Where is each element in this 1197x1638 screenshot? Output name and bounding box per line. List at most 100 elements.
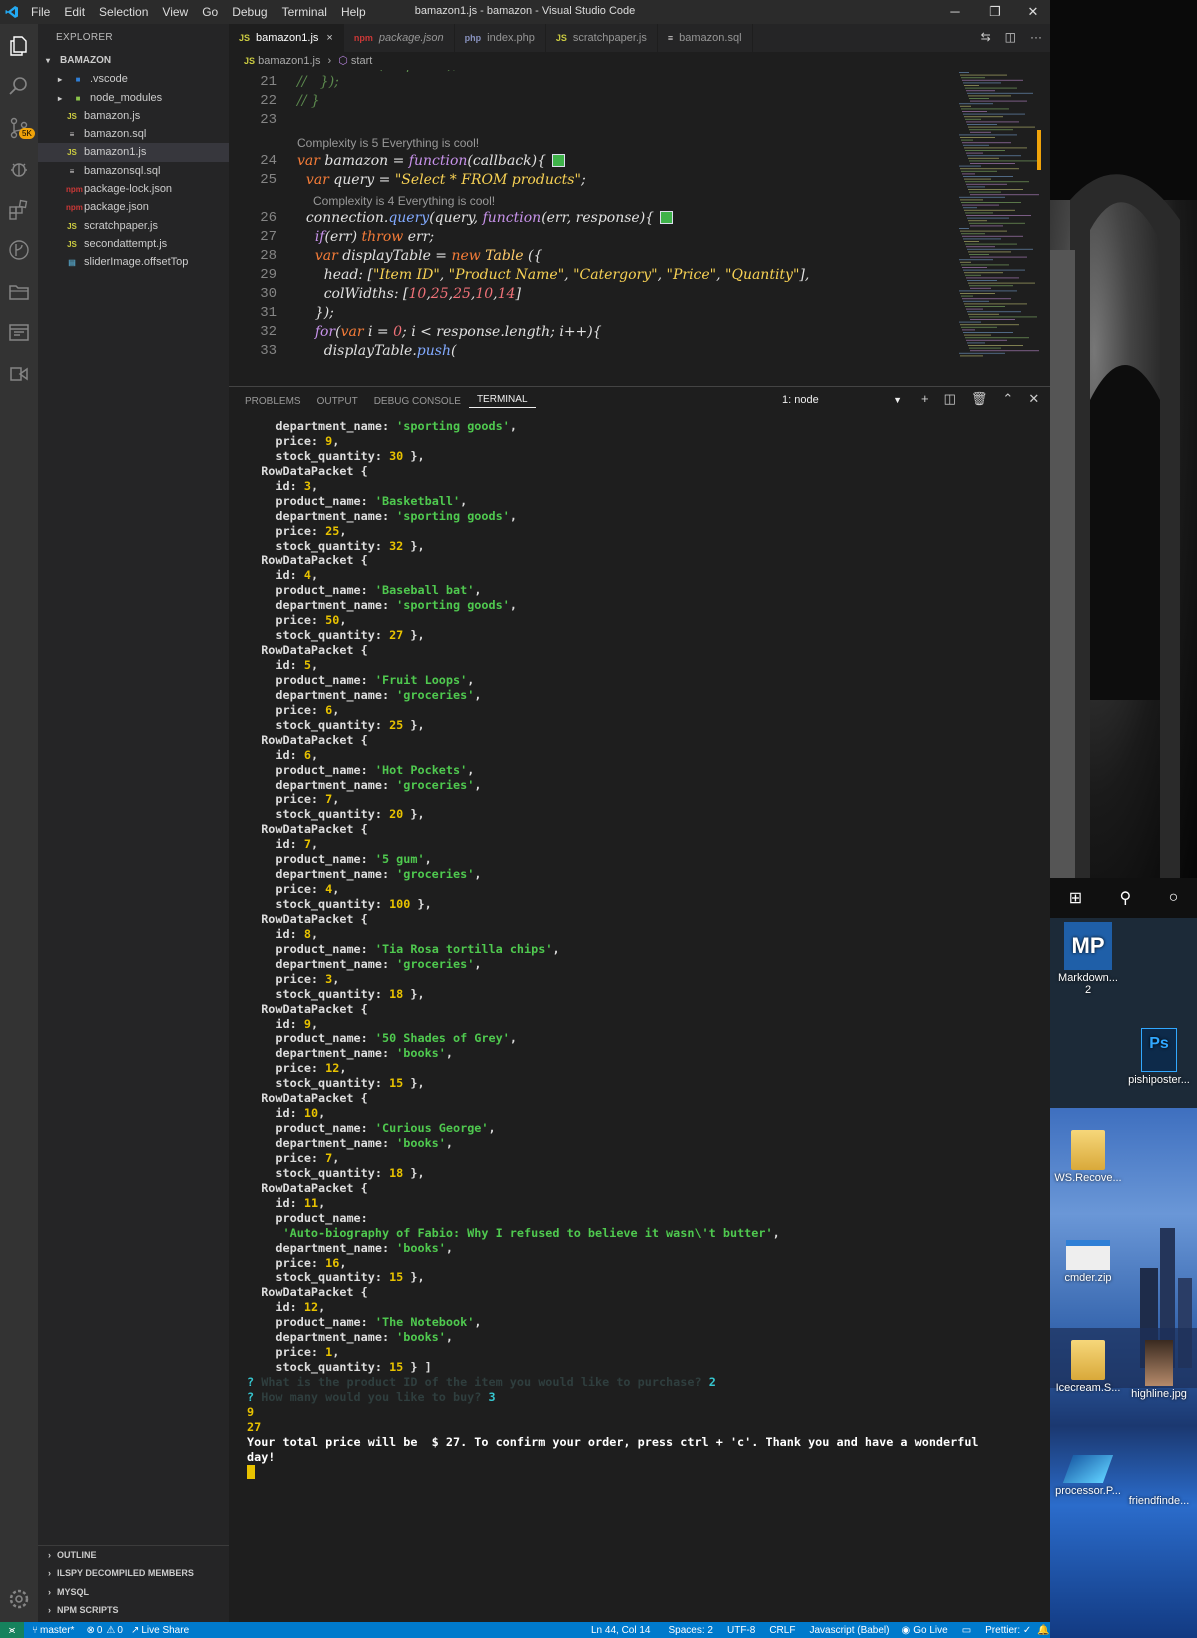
compare-changes-icon[interactable]: ⇆ (981, 30, 991, 44)
files-icon[interactable] (7, 34, 31, 58)
indentation[interactable]: Spaces: 2 (669, 1625, 713, 1636)
code-line[interactable]: for(var i = 0; i < response.length; i++)… (297, 324, 602, 340)
windows-start-icon[interactable]: ⊞ (1069, 888, 1082, 908)
menu-view[interactable]: View (155, 5, 195, 19)
code-line[interactable]: var bamazon = function(callback){ (297, 153, 566, 169)
file-bamazonsql-sql[interactable]: ≡ bamazonsql.sql (38, 162, 229, 180)
file-scratchpaper-js[interactable]: JS scratchpaper.js (38, 217, 229, 235)
breadcrumb-symbol[interactable]: start (351, 55, 372, 67)
file-package-json[interactable]: npmpackage.json (38, 198, 229, 216)
line-ending[interactable]: CRLF (769, 1625, 795, 1636)
tab-bamazon-sql[interactable]: ≡ bamazon.sql (658, 24, 753, 52)
menu-go[interactable]: Go (195, 5, 225, 19)
prettier-status[interactable]: Prettier: ✓ (985, 1625, 1031, 1636)
file--vscode[interactable]: ▸ ■ .vscode (38, 70, 229, 88)
terminal-select[interactable]: 1: node ▼ (778, 391, 906, 408)
code-editor[interactable]: 21 // }); 22 // } 23 24 var bamazon = function… (229, 70, 949, 386)
menu-terminal[interactable]: Terminal (275, 5, 334, 19)
panel-tab-debug-console[interactable]: DEBUG CONSOLE (366, 396, 469, 407)
desktop-icon-cmder-zip[interactable]: cmder.zip (1051, 1240, 1125, 1284)
tab-scratchpaper-js[interactable]: JS scratchpaper.js (546, 24, 658, 52)
split-editor-icon[interactable]: ◫ (1005, 30, 1016, 44)
desktop-icon-processor-p[interactable]: processor.P... (1051, 1455, 1125, 1497)
code-line[interactable]: displayTable.push( (297, 343, 457, 359)
menu-file[interactable]: File (24, 5, 57, 19)
code-line[interactable]: // } (297, 93, 320, 109)
warning-count[interactable]: 0 (117, 1625, 123, 1636)
close-window-button[interactable]: ✕ (1013, 0, 1053, 24)
codelens-complexity[interactable]: Complexity is 5 Everything is cool! (297, 136, 479, 150)
desktop-icon-icecream-s[interactable]: Icecream.S... (1051, 1340, 1125, 1394)
panel-tab-terminal[interactable]: TERMINAL (468, 394, 536, 408)
tab-bamazon1-js[interactable]: JS bamazon1.js × (229, 24, 344, 52)
file-package-lock-json[interactable]: npmpackage-lock.json (38, 180, 229, 198)
section-mysql[interactable]: › MYSQL (38, 1583, 229, 1601)
language-mode[interactable]: Javascript (Babel) (809, 1625, 889, 1636)
menu-edit[interactable]: Edit (57, 5, 92, 19)
source-control-icon[interactable]: 5K (7, 116, 35, 140)
settings-gear-icon[interactable] (7, 1587, 31, 1611)
restore-button[interactable]: ❐ (975, 0, 1015, 24)
codelens-complexity[interactable]: Complexity is 4 Everything is cool! (313, 194, 495, 208)
file-secondattempt-js[interactable]: JS secondattempt.js (38, 235, 229, 253)
kill-terminal-icon[interactable]: 🗑 (971, 391, 988, 407)
desktop-icon-pishiposter[interactable]: Ps pishiposter... (1122, 1028, 1196, 1086)
file-bamazon-js[interactable]: JS bamazon.js (38, 107, 229, 125)
code-line[interactable]: head: ["Item ID", "Product Name", "Cater… (297, 267, 810, 283)
remote-icon[interactable] (7, 321, 31, 345)
desktop-icon-friendfinde[interactable]: friendfinde... (1122, 1455, 1196, 1507)
live-share-icon[interactable] (7, 362, 31, 386)
file-node-modules[interactable]: ▸ ■ node_modules (38, 89, 229, 107)
error-count[interactable]: 0 (97, 1625, 103, 1636)
section-npm-scripts[interactable]: › NPM SCRIPTS (38, 1601, 229, 1619)
breadcrumb-file[interactable]: bamazon1.js (258, 55, 320, 67)
taskbar-search-icon[interactable]: ⚲ (1119, 888, 1131, 908)
panel-tab-output[interactable]: OUTPUT (309, 396, 366, 407)
desktop-icon-markdown-2[interactable]: MP Markdown... 2 (1051, 922, 1125, 996)
menu-selection[interactable]: Selection (92, 5, 155, 19)
code-line[interactable]: if(err) throw err; (297, 229, 434, 245)
panel-tab-problems[interactable]: PROBLEMS (237, 396, 309, 407)
maximize-panel-icon[interactable]: ⌃ (1002, 391, 1013, 407)
cortana-icon[interactable]: ○ (1169, 889, 1179, 907)
code-line[interactable]: colWidths: [10,25,25,10,14] (297, 286, 521, 302)
section-ilspy-decompiled-members[interactable]: › ILSPY DECOMPILED MEMBERS (38, 1564, 229, 1582)
desktop-icon-highline-jpg[interactable]: highline.jpg (1122, 1340, 1196, 1400)
code-line[interactable]: var displayTable = new Table ({ (297, 248, 543, 264)
code-line[interactable]: connection.query(query, function(err, re… (297, 210, 674, 226)
encoding[interactable]: UTF-8 (727, 1625, 755, 1636)
folder-icon[interactable] (7, 280, 31, 304)
search-icon[interactable] (7, 74, 31, 98)
go-live[interactable]: Go Live (913, 1625, 947, 1636)
new-terminal-icon[interactable]: + (921, 391, 929, 407)
workspace-root[interactable]: ▾ BAMAZON (38, 52, 229, 70)
cursor-position[interactable]: Ln 44, Col 14 (591, 1625, 651, 1636)
live-share-status[interactable]: Live Share (141, 1625, 189, 1636)
file-bamazon1-js[interactable]: JS bamazon1.js (38, 143, 229, 162)
debug-icon[interactable] (7, 157, 31, 181)
minimap[interactable] (953, 70, 1043, 386)
minimize-button[interactable]: ─ (935, 0, 975, 24)
menu-help[interactable]: Help (334, 5, 373, 19)
code-line[interactable]: // }); (297, 74, 339, 90)
tab-package-json[interactable]: npm package.json (344, 24, 455, 52)
menu-debug[interactable]: Debug (225, 5, 274, 19)
notifications-bell-icon[interactable]: 🔔 (1037, 1625, 1049, 1636)
feedback-icon[interactable]: ▭ (962, 1625, 971, 1636)
git-branch[interactable]: master* (40, 1625, 74, 1636)
extensions-icon[interactable] (7, 198, 31, 222)
git-lens-icon[interactable] (7, 238, 31, 262)
tab-index-php[interactable]: php index.php (455, 24, 546, 52)
split-terminal-icon[interactable]: ◫ (944, 391, 956, 407)
close-panel-icon[interactable]: ✕ (1028, 391, 1039, 407)
close-tab-icon[interactable]: × (326, 32, 332, 44)
more-actions-icon[interactable]: ··· (1030, 30, 1042, 44)
code-line[interactable]: var query = "Select * FROM products"; (297, 172, 586, 188)
code-line[interactable]: }); (297, 305, 334, 321)
file-sliderimage-offsettop[interactable]: ▤ sliderImage.offsetTop (38, 253, 229, 271)
remote-indicator-icon[interactable]: ⪤ (0, 1622, 24, 1638)
terminal-output[interactable]: department_name: 'sporting goods', price… (247, 419, 1047, 1619)
desktop-icon-ws-recove[interactable]: WS.Recove... (1051, 1130, 1125, 1184)
section-outline[interactable]: › OUTLINE (38, 1546, 229, 1564)
file-bamazon-sql[interactable]: ≡ bamazon.sql (38, 125, 229, 143)
